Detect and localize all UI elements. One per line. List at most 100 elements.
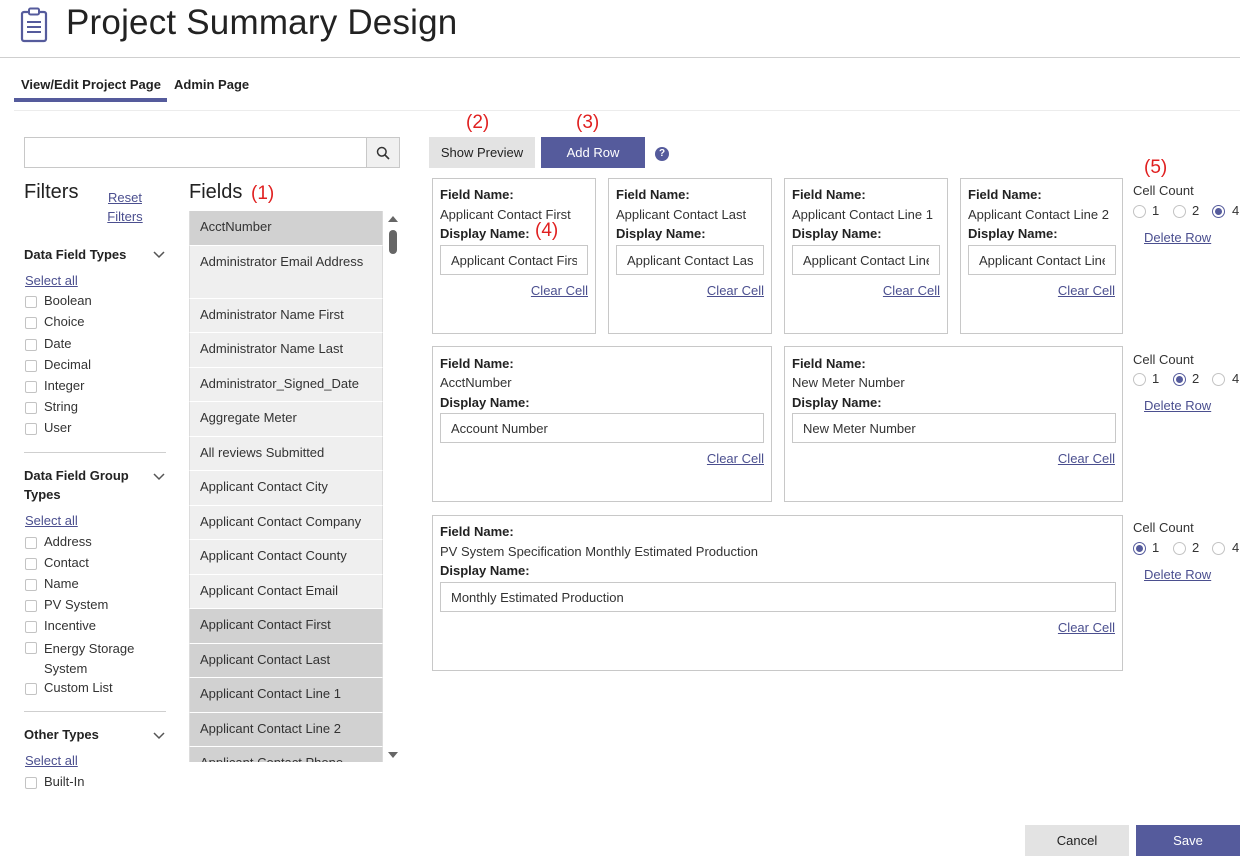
tab-admin-page[interactable]: Admin Page — [174, 72, 254, 102]
field-item[interactable]: Administrator_Signed_Date — [189, 367, 383, 402]
tab-view-edit-project-page[interactable]: View/Edit Project Page — [14, 72, 167, 102]
delete-row-link[interactable]: Delete Row — [1144, 567, 1211, 582]
cell-count-radio-1[interactable] — [1133, 373, 1146, 386]
field-item[interactable]: Applicant Contact Email — [189, 574, 383, 609]
delete-row-link[interactable]: Delete Row — [1144, 398, 1211, 413]
select-all-other-types[interactable]: Select all — [25, 753, 78, 768]
filter-option-incentive[interactable]: Incentive — [25, 618, 96, 633]
fields-scrollbar[interactable] — [386, 214, 400, 760]
display-name-input[interactable] — [968, 245, 1116, 275]
checkbox[interactable] — [25, 579, 37, 591]
clear-cell-link[interactable]: Clear Cell — [1058, 620, 1115, 635]
reset-filters-link[interactable]: Reset Filters — [106, 188, 144, 226]
layout-cell: Field Name: New Meter Number Display Nam… — [784, 346, 1123, 502]
display-name-input[interactable] — [440, 413, 764, 443]
select-all-data-field-group-types[interactable]: Select all — [25, 513, 78, 528]
scrollbar-thumb[interactable] — [389, 230, 397, 254]
clear-cell-link[interactable]: Clear Cell — [1058, 451, 1115, 466]
search-input[interactable] — [24, 137, 367, 168]
display-name-input[interactable] — [616, 245, 764, 275]
clear-cell-link[interactable]: Clear Cell — [707, 283, 764, 298]
cell-count-radio-4[interactable] — [1212, 373, 1225, 386]
annotation-1: (1) — [251, 183, 275, 204]
cell-count-radio-2[interactable] — [1173, 542, 1186, 555]
cancel-button[interactable]: Cancel — [1025, 825, 1129, 856]
display-name-input[interactable] — [440, 582, 1116, 612]
checkbox[interactable] — [25, 537, 37, 549]
cell-count-radio-2[interactable] — [1173, 373, 1186, 386]
filter-option-label: Energy Storage System — [44, 641, 135, 676]
chevron-down-icon[interactable] — [152, 472, 166, 482]
cell-count-radio-1[interactable] — [1133, 205, 1146, 218]
field-item[interactable]: Applicant Contact Line 2 — [189, 712, 383, 747]
field-item[interactable]: Applicant Contact Company — [189, 505, 383, 540]
radio-label: 1 — [1152, 203, 1160, 218]
save-button[interactable]: Save — [1136, 825, 1240, 856]
filter-option-user[interactable]: User — [25, 420, 71, 435]
checkbox[interactable] — [25, 642, 37, 654]
delete-row-link[interactable]: Delete Row — [1144, 230, 1211, 245]
radio-label: 1 — [1152, 540, 1160, 555]
field-item[interactable]: Applicant Contact Last — [189, 643, 383, 678]
checkbox[interactable] — [25, 558, 37, 570]
chevron-down-icon[interactable] — [152, 731, 166, 741]
display-name-input[interactable] — [440, 245, 588, 275]
checkbox[interactable] — [25, 381, 37, 393]
chevron-down-icon[interactable] — [152, 250, 166, 260]
search-button[interactable] — [366, 137, 400, 168]
clear-cell-link[interactable]: Clear Cell — [531, 283, 588, 298]
field-item[interactable]: Administrator Name First — [189, 298, 383, 333]
filter-option-string[interactable]: String — [25, 399, 78, 414]
checkbox[interactable] — [25, 339, 37, 351]
field-item[interactable]: Administrator Email Address — [189, 245, 383, 299]
field-item[interactable]: Applicant Contact City — [189, 471, 383, 506]
cell-count-radio-4[interactable] — [1212, 205, 1225, 218]
annotation-5: (5) — [1144, 157, 1168, 178]
cell-count-radio-4[interactable] — [1212, 542, 1225, 555]
checkbox[interactable] — [25, 777, 37, 789]
field-item[interactable]: Applicant Contact Line 1 — [189, 678, 383, 713]
field-item[interactable]: Applicant Contact First — [189, 609, 383, 644]
filter-option-integer[interactable]: Integer — [25, 378, 84, 393]
filter-option-date[interactable]: Date — [25, 336, 71, 351]
show-preview-button[interactable]: Show Preview — [429, 137, 535, 168]
cell-count-radio-1[interactable] — [1133, 542, 1146, 555]
checkbox[interactable] — [25, 402, 37, 414]
cell-count-radio-2[interactable] — [1173, 205, 1186, 218]
clear-cell-link[interactable]: Clear Cell — [1058, 283, 1115, 298]
checkbox[interactable] — [25, 621, 37, 633]
field-item[interactable]: Applicant Contact County — [189, 540, 383, 575]
checkbox[interactable] — [25, 600, 37, 612]
checkbox[interactable] — [25, 423, 37, 435]
clear-cell-link[interactable]: Clear Cell — [883, 283, 940, 298]
field-item[interactable]: Applicant Contact Phone — [189, 747, 383, 762]
filter-option-contact[interactable]: Contact — [25, 555, 89, 570]
field-item[interactable]: All reviews Submitted — [189, 436, 383, 471]
checkbox[interactable] — [25, 296, 37, 308]
filter-option-address[interactable]: Address — [25, 534, 92, 549]
annotation-4: (4) — [535, 220, 559, 241]
checkbox[interactable] — [25, 683, 37, 695]
display-name-input[interactable] — [792, 245, 940, 275]
filter-option-custom-list[interactable]: Custom List — [25, 680, 113, 695]
radio-label: 2 — [1192, 540, 1200, 555]
fields-heading: Fields — [189, 181, 243, 203]
field-item[interactable]: Aggregate Meter — [189, 402, 383, 437]
display-name-input[interactable] — [792, 413, 1116, 443]
help-icon[interactable]: ? — [655, 147, 669, 161]
filter-option-pv-system[interactable]: PV System — [25, 597, 108, 612]
add-row-button[interactable]: Add Row — [541, 137, 645, 168]
checkbox[interactable] — [25, 317, 37, 329]
filter-option-boolean[interactable]: Boolean — [25, 293, 92, 308]
checkbox[interactable] — [25, 360, 37, 372]
filter-option-choice[interactable]: Choice — [25, 314, 84, 329]
filter-option-energy-storage-system[interactable]: Energy Storage System — [25, 639, 145, 679]
filter-option-name[interactable]: Name — [25, 576, 79, 591]
field-item[interactable]: AcctNumber — [189, 211, 383, 246]
filter-option-decimal[interactable]: Decimal — [25, 357, 91, 372]
select-all-data-field-types[interactable]: Select all — [25, 273, 78, 288]
filter-option-built-in[interactable]: Built-In — [25, 774, 84, 789]
clear-cell-link[interactable]: Clear Cell — [707, 451, 764, 466]
radio-label: 4 — [1232, 371, 1240, 386]
field-item[interactable]: Administrator Name Last — [189, 333, 383, 368]
